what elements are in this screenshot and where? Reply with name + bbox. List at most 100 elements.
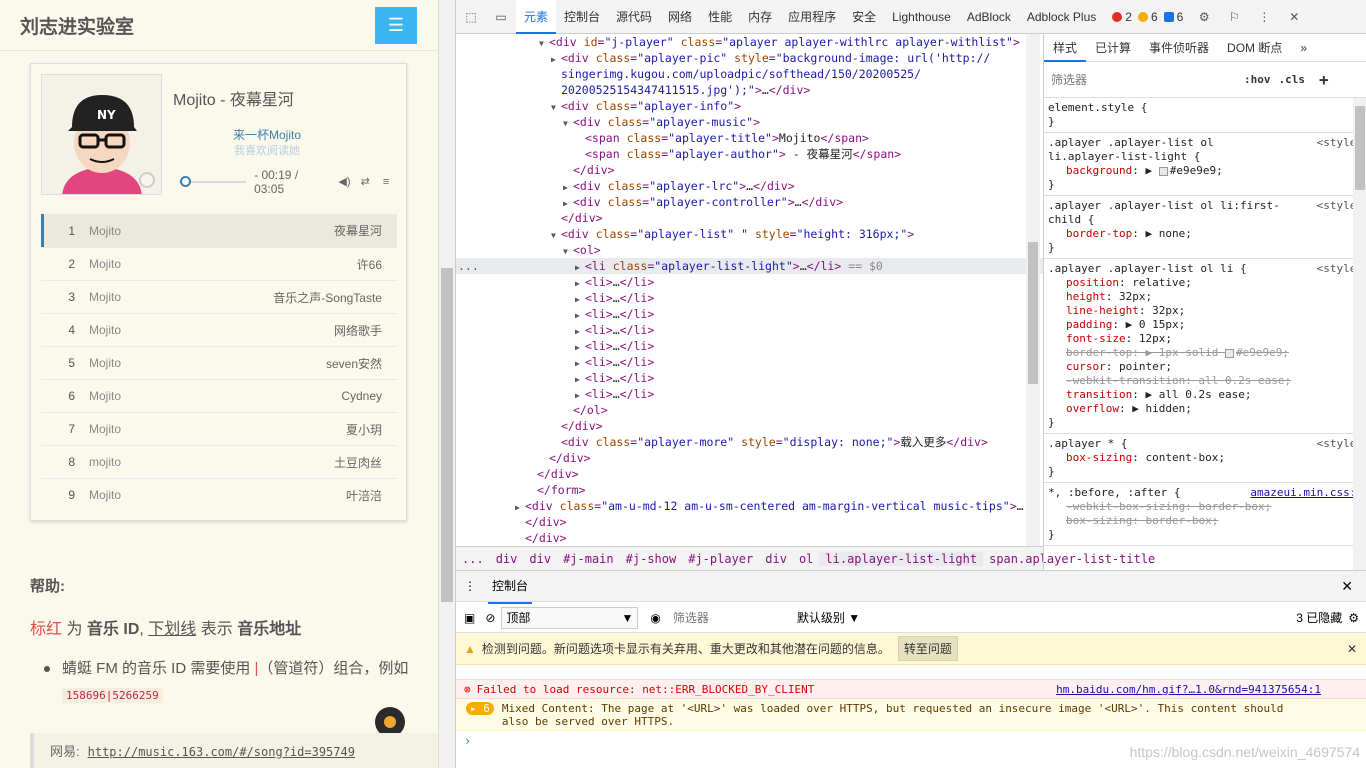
quote-link[interactable]: http://music.163.com/#/song?id=395749 (88, 745, 355, 759)
close-banner-icon[interactable]: ✕ (1347, 642, 1357, 656)
console-settings-icon[interactable]: ⚙ (1348, 611, 1359, 625)
css-rule[interactable]: amazeui.min.css:1 *, :before, :after {-we… (1044, 483, 1366, 546)
dom-node-line[interactable]: ▼ <div class="aplayer-list" " style="heig… (456, 226, 1043, 242)
console-filter-input[interactable] (668, 606, 789, 629)
dom-node-line[interactable]: ▶ <li>…</li> (456, 274, 1043, 290)
site-title[interactable]: 刘志进实验室 (20, 12, 134, 39)
dom-node-line[interactable]: ... ▶ <li class="aplayer-list-light">…</li… (456, 258, 1043, 274)
dom-node-line[interactable]: ▶ <li>…</li> (456, 354, 1043, 370)
breadcrumb-item[interactable]: #j-main (557, 552, 620, 566)
tab-10[interactable]: Adblock Plus (1019, 0, 1104, 34)
tab-6[interactable]: 应用程序 (780, 0, 844, 34)
tab-2[interactable]: 源代码 (608, 0, 660, 34)
breadcrumb-item[interactable]: div (490, 552, 524, 566)
page-scrollbar[interactable] (438, 0, 455, 768)
dom-node-line[interactable]: ▶ <li>…</li> (456, 290, 1043, 306)
go-to-issues-button[interactable]: 转至问题 (897, 636, 958, 661)
dom-node-line[interactable]: 20200525154347411515.jpg');">…</div> (456, 82, 1043, 98)
gear-icon[interactable]: ⚙ (1189, 0, 1219, 34)
pause-icon[interactable] (139, 172, 155, 188)
playlist-row[interactable]: 2 Mojito 许66 (41, 247, 397, 280)
dom-node-line[interactable]: ▶ <li>…</li> (456, 386, 1043, 402)
dom-node-line[interactable]: ▼ <ol> (456, 242, 1043, 258)
tab-9[interactable]: AdBlock (959, 0, 1019, 34)
volume-icon[interactable]: ◀) (338, 176, 352, 188)
more-tabs-icon[interactable]: » (1291, 34, 1316, 62)
tab-5[interactable]: 内存 (740, 0, 780, 34)
progress-knob[interactable] (179, 176, 191, 187)
scrollbar-thumb[interactable] (1355, 106, 1365, 190)
close-icon[interactable]: ✕ (1279, 0, 1309, 34)
styles-tab-1[interactable]: 已计算 (1086, 34, 1140, 62)
dom-node-line[interactable]: ▶ <div class="am-u-md-12 am-u-sm-centered… (456, 498, 1043, 514)
css-rule[interactable]: <style> .aplayer .aplayer-list ol li:firs… (1044, 196, 1366, 259)
styles-tab-2[interactable]: 事件侦听器 (1140, 34, 1218, 62)
add-rule-icon[interactable]: + (1319, 70, 1329, 89)
dom-node-line[interactable]: ▼ <div class="aplayer-info"> (456, 98, 1043, 114)
dom-node-line[interactable]: </div> (456, 466, 1043, 482)
eye-icon[interactable]: ◉ (650, 611, 660, 625)
device-toolbar-icon[interactable]: ▭ (486, 0, 516, 34)
drawer-menu-icon[interactable]: ⋮ (464, 579, 476, 593)
dom-node-line[interactable]: </div> (456, 450, 1043, 466)
warning-group-badge[interactable]: ▸ 6 (466, 702, 494, 715)
styles-scrollbar[interactable] (1353, 98, 1366, 570)
breadcrumb-item[interactable]: #j-show (620, 552, 683, 566)
styles-filter-input[interactable] (1048, 67, 1236, 92)
playlist-row[interactable]: 6 Mojito Cydney (41, 379, 397, 412)
css-rule[interactable]: element.style {} (1044, 98, 1366, 133)
dom-node-line[interactable]: </div> (456, 530, 1043, 546)
breadcrumb-item[interactable]: li.aplayer-list-light (819, 551, 984, 566)
scrollbar-thumb[interactable] (441, 268, 453, 602)
dom-node-line[interactable]: </div> (456, 210, 1043, 226)
dom-node-line[interactable]: </form> (456, 482, 1043, 498)
dom-node-line[interactable]: ▼ <div id="j-player" class="aplayer aplay… (456, 34, 1043, 50)
tab-4[interactable]: 性能 (700, 0, 740, 34)
tab-7[interactable]: 安全 (844, 0, 884, 34)
tab-3[interactable]: 网络 (660, 0, 700, 34)
breadcrumb-item[interactable]: ol (793, 552, 819, 566)
playlist-row[interactable]: 5 Mojito seven安然 (41, 346, 397, 379)
dom-node-line[interactable]: </ol> (456, 402, 1043, 418)
playlist-row[interactable]: 7 Mojito 夏小玥 (41, 412, 397, 445)
dom-node-line[interactable]: ▶ <li>…</li> (456, 338, 1043, 354)
log-level-select[interactable]: 默认级别 ▼ (797, 609, 860, 626)
tab-console[interactable]: 控制台 (488, 569, 533, 604)
playlist-row[interactable]: 4 Mojito 网络歌手 (41, 313, 397, 346)
dom-node-line[interactable]: </div> (456, 418, 1043, 434)
playlist-toggle-icon[interactable]: ≡ (379, 176, 393, 188)
tab-0[interactable]: 元素 (516, 0, 557, 34)
dom-node-line[interactable]: ▶ <div class="aplayer-pic" style="backgro… (456, 50, 1043, 66)
loop-icon[interactable]: ⇄ (358, 176, 372, 188)
dom-node-line[interactable]: ▶ <li>…</li> (456, 306, 1043, 322)
album-cover[interactable]: NY (41, 74, 162, 195)
progress-bar[interactable] (179, 176, 247, 187)
playlist-row[interactable]: 1 Mojito 夜幕星河 (41, 214, 397, 247)
dom-node-line[interactable]: <span class="aplayer-title">Mojito</span… (456, 130, 1043, 146)
dom-node-line[interactable]: ▼ <div class="aplayer-music"> (456, 114, 1043, 130)
breadcrumb-item[interactable]: div (759, 552, 793, 566)
context-select[interactable]: 顶部 ▼ (501, 606, 639, 629)
dom-scrollbar[interactable] (1026, 34, 1040, 546)
issue-counters[interactable]: 2 6 6 (1112, 10, 1189, 24)
scrollbar-thumb[interactable] (1028, 242, 1038, 384)
error-source-link[interactable]: hm.baidu.com/hm.gif?…1.0&rnd=941375654:1 (1056, 683, 1321, 696)
playlist-row[interactable]: 9 Mojito 叶涪涪 (41, 478, 397, 511)
styles-tab-0[interactable]: 样式 (1044, 34, 1087, 62)
dom-node-line[interactable]: </div> (456, 162, 1043, 178)
css-rule[interactable]: <style> .aplayer .aplayer-list ol li {pos… (1044, 259, 1366, 434)
playlist-row[interactable]: 3 Mojito 音乐之声-SongTaste (41, 280, 397, 313)
dom-node-line[interactable]: <div class="aplayer-more" style="display… (456, 434, 1043, 450)
tab-8[interactable]: Lighthouse (884, 0, 959, 34)
dom-node-line[interactable]: singerimg.kugou.com/uploadpic/softhead/1… (456, 66, 1043, 82)
cls-toggle[interactable]: .cls (1279, 73, 1306, 86)
breadcrumb-item[interactable]: #j-player (682, 552, 759, 566)
inspect-element-icon[interactable]: ⬚ (456, 0, 486, 34)
dom-node-line[interactable]: ▶ <div class="aplayer-controller">…</div> (456, 194, 1043, 210)
hov-toggle[interactable]: :hov (1244, 73, 1271, 86)
dom-node-line[interactable]: ▶ <li>…</li> (456, 370, 1043, 386)
css-rule[interactable]: <style> .aplayer .aplayer-list ol li.aplay… (1044, 133, 1366, 196)
dom-node-line[interactable]: ▶ <li>…</li> (456, 322, 1043, 338)
dom-node-line[interactable]: </div> (456, 514, 1043, 530)
feedback-icon[interactable]: ⚐ (1219, 0, 1249, 34)
